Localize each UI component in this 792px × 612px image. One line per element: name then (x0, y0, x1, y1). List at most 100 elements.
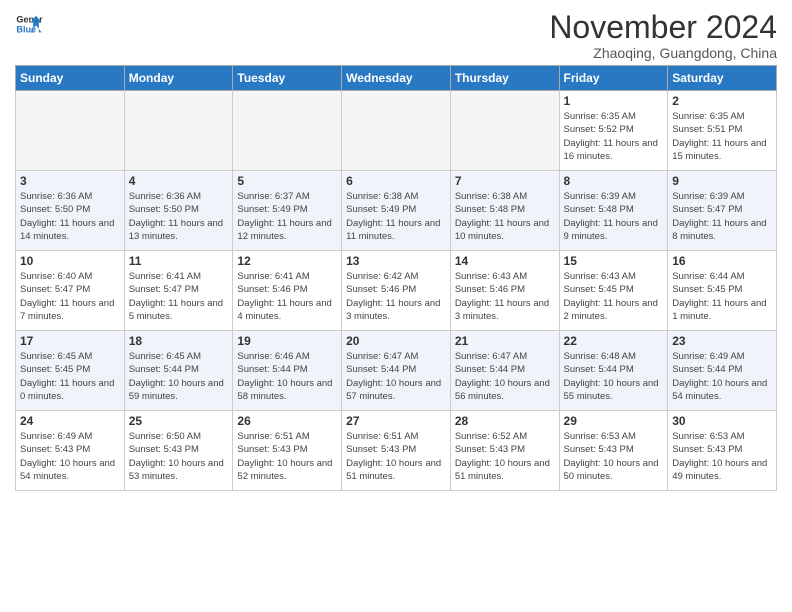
week-row-2: 3 Sunrise: 6:36 AM Sunset: 5:50 PM Daylig… (16, 171, 777, 251)
calendar-cell (450, 91, 559, 171)
header: General Blue General Blue November 2024 … (15, 10, 777, 61)
calendar-table: SundayMondayTuesdayWednesdayThursdayFrid… (15, 65, 777, 491)
calendar-cell: 10 Sunrise: 6:40 AM Sunset: 5:47 PM Dayli… (16, 251, 125, 331)
calendar-cell (342, 91, 451, 171)
day-number: 24 (20, 414, 120, 428)
calendar-cell: 18 Sunrise: 6:45 AM Sunset: 5:44 PM Dayli… (124, 331, 233, 411)
calendar-cell: 27Sunrise: 6:51 AM Sunset: 5:43 PM Dayli… (342, 411, 451, 491)
header-thursday: Thursday (450, 66, 559, 91)
header-row: SundayMondayTuesdayWednesdayThursdayFrid… (16, 66, 777, 91)
week-row-3: 10 Sunrise: 6:40 AM Sunset: 5:47 PM Dayli… (16, 251, 777, 331)
week-row-4: 17 Sunrise: 6:45 AM Sunset: 5:45 PM Dayli… (16, 331, 777, 411)
day-info: Sunrise: 6:53 AM Sunset: 5:43 PM Dayligh… (564, 430, 664, 483)
header-tuesday: Tuesday (233, 66, 342, 91)
day-info: Sunrise: 6:39 AM Sunset: 5:48 PM Dayligh… (564, 190, 664, 243)
week-row-1: 1 Sunrise: 6:35 AM Sunset: 5:52 PM Daylig… (16, 91, 777, 171)
day-info: Sunrise: 6:36 AM Sunset: 5:50 PM Dayligh… (20, 190, 120, 243)
day-number: 18 (129, 334, 229, 348)
day-number: 28 (455, 414, 555, 428)
calendar-cell: 12Sunrise: 6:41 AM Sunset: 5:46 PM Dayli… (233, 251, 342, 331)
calendar-cell: 20Sunrise: 6:47 AM Sunset: 5:44 PM Dayli… (342, 331, 451, 411)
day-number: 16 (672, 254, 772, 268)
calendar-cell: 28 Sunrise: 6:52 AM Sunset: 5:43 PM Dayli… (450, 411, 559, 491)
calendar-cell: 29Sunrise: 6:53 AM Sunset: 5:43 PM Dayli… (559, 411, 668, 491)
day-info: Sunrise: 6:42 AM Sunset: 5:46 PM Dayligh… (346, 270, 446, 323)
calendar-cell: 24 Sunrise: 6:49 AM Sunset: 5:43 PM Dayli… (16, 411, 125, 491)
day-info: Sunrise: 6:37 AM Sunset: 5:49 PM Dayligh… (237, 190, 337, 243)
calendar-cell: 14Sunrise: 6:43 AM Sunset: 5:46 PM Dayli… (450, 251, 559, 331)
calendar-cell: 25 Sunrise: 6:50 AM Sunset: 5:43 PM Dayli… (124, 411, 233, 491)
day-number: 25 (129, 414, 229, 428)
day-number: 11 (129, 254, 229, 268)
logo: General Blue General Blue (15, 10, 43, 38)
day-number: 17 (20, 334, 120, 348)
calendar-cell (16, 91, 125, 171)
calendar-cell: 3 Sunrise: 6:36 AM Sunset: 5:50 PM Daylig… (16, 171, 125, 251)
calendar-cell: 7 Sunrise: 6:38 AM Sunset: 5:48 PM Daylig… (450, 171, 559, 251)
day-number: 4 (129, 174, 229, 188)
day-info: Sunrise: 6:43 AM Sunset: 5:45 PM Dayligh… (564, 270, 664, 323)
day-info: Sunrise: 6:52 AM Sunset: 5:43 PM Dayligh… (455, 430, 555, 483)
calendar-cell (233, 91, 342, 171)
header-wednesday: Wednesday (342, 66, 451, 91)
day-number: 15 (564, 254, 664, 268)
day-number: 6 (346, 174, 446, 188)
calendar-cell: 9 Sunrise: 6:39 AM Sunset: 5:47 PM Daylig… (668, 171, 777, 251)
day-number: 3 (20, 174, 120, 188)
day-info: Sunrise: 6:51 AM Sunset: 5:43 PM Dayligh… (237, 430, 337, 483)
page-container: General Blue General Blue November 2024 … (0, 0, 792, 496)
day-info: Sunrise: 6:35 AM Sunset: 5:52 PM Dayligh… (564, 110, 664, 163)
calendar-cell: 4 Sunrise: 6:36 AM Sunset: 5:50 PM Daylig… (124, 171, 233, 251)
calendar-cell: 22Sunrise: 6:48 AM Sunset: 5:44 PM Dayli… (559, 331, 668, 411)
day-info: Sunrise: 6:51 AM Sunset: 5:43 PM Dayligh… (346, 430, 446, 483)
day-number: 21 (455, 334, 555, 348)
day-number: 7 (455, 174, 555, 188)
calendar-cell: 23Sunrise: 6:49 AM Sunset: 5:44 PM Dayli… (668, 331, 777, 411)
day-number: 30 (672, 414, 772, 428)
day-number: 8 (564, 174, 664, 188)
day-number: 10 (20, 254, 120, 268)
day-info: Sunrise: 6:44 AM Sunset: 5:45 PM Dayligh… (672, 270, 772, 323)
calendar-cell: 8 Sunrise: 6:39 AM Sunset: 5:48 PM Daylig… (559, 171, 668, 251)
day-info: Sunrise: 6:50 AM Sunset: 5:43 PM Dayligh… (129, 430, 229, 483)
day-number: 26 (237, 414, 337, 428)
day-info: Sunrise: 6:38 AM Sunset: 5:48 PM Dayligh… (455, 190, 555, 243)
calendar-cell: 6 Sunrise: 6:38 AM Sunset: 5:49 PM Daylig… (342, 171, 451, 251)
day-number: 9 (672, 174, 772, 188)
day-info: Sunrise: 6:41 AM Sunset: 5:47 PM Dayligh… (129, 270, 229, 323)
location-subtitle: Zhaoqing, Guangdong, China (549, 45, 777, 61)
day-info: Sunrise: 6:40 AM Sunset: 5:47 PM Dayligh… (20, 270, 120, 323)
day-info: Sunrise: 6:47 AM Sunset: 5:44 PM Dayligh… (346, 350, 446, 403)
calendar-cell: 30 Sunrise: 6:53 AM Sunset: 5:43 PM Dayli… (668, 411, 777, 491)
day-number: 2 (672, 94, 772, 108)
day-number: 5 (237, 174, 337, 188)
day-info: Sunrise: 6:39 AM Sunset: 5:47 PM Dayligh… (672, 190, 772, 243)
day-info: Sunrise: 6:35 AM Sunset: 5:51 PM Dayligh… (672, 110, 772, 163)
day-number: 14 (455, 254, 555, 268)
calendar-cell: 5 Sunrise: 6:37 AM Sunset: 5:49 PM Daylig… (233, 171, 342, 251)
day-info: Sunrise: 6:36 AM Sunset: 5:50 PM Dayligh… (129, 190, 229, 243)
calendar-cell: 11 Sunrise: 6:41 AM Sunset: 5:47 PM Dayli… (124, 251, 233, 331)
day-info: Sunrise: 6:48 AM Sunset: 5:44 PM Dayligh… (564, 350, 664, 403)
calendar-cell: 1 Sunrise: 6:35 AM Sunset: 5:52 PM Daylig… (559, 91, 668, 171)
day-info: Sunrise: 6:53 AM Sunset: 5:43 PM Dayligh… (672, 430, 772, 483)
header-sunday: Sunday (16, 66, 125, 91)
day-number: 1 (564, 94, 664, 108)
day-info: Sunrise: 6:45 AM Sunset: 5:44 PM Dayligh… (129, 350, 229, 403)
day-info: Sunrise: 6:47 AM Sunset: 5:44 PM Dayligh… (455, 350, 555, 403)
day-info: Sunrise: 6:45 AM Sunset: 5:45 PM Dayligh… (20, 350, 120, 403)
header-saturday: Saturday (668, 66, 777, 91)
day-number: 23 (672, 334, 772, 348)
day-info: Sunrise: 6:38 AM Sunset: 5:49 PM Dayligh… (346, 190, 446, 243)
day-info: Sunrise: 6:46 AM Sunset: 5:44 PM Dayligh… (237, 350, 337, 403)
header-monday: Monday (124, 66, 233, 91)
header-friday: Friday (559, 66, 668, 91)
day-info: Sunrise: 6:49 AM Sunset: 5:43 PM Dayligh… (20, 430, 120, 483)
logo-icon: General Blue (15, 10, 43, 38)
day-number: 13 (346, 254, 446, 268)
calendar-cell: 13 Sunrise: 6:42 AM Sunset: 5:46 PM Dayli… (342, 251, 451, 331)
calendar-cell: 15 Sunrise: 6:43 AM Sunset: 5:45 PM Dayli… (559, 251, 668, 331)
title-block: November 2024 Zhaoqing, Guangdong, China (549, 10, 777, 61)
week-row-5: 24 Sunrise: 6:49 AM Sunset: 5:43 PM Dayli… (16, 411, 777, 491)
day-number: 12 (237, 254, 337, 268)
